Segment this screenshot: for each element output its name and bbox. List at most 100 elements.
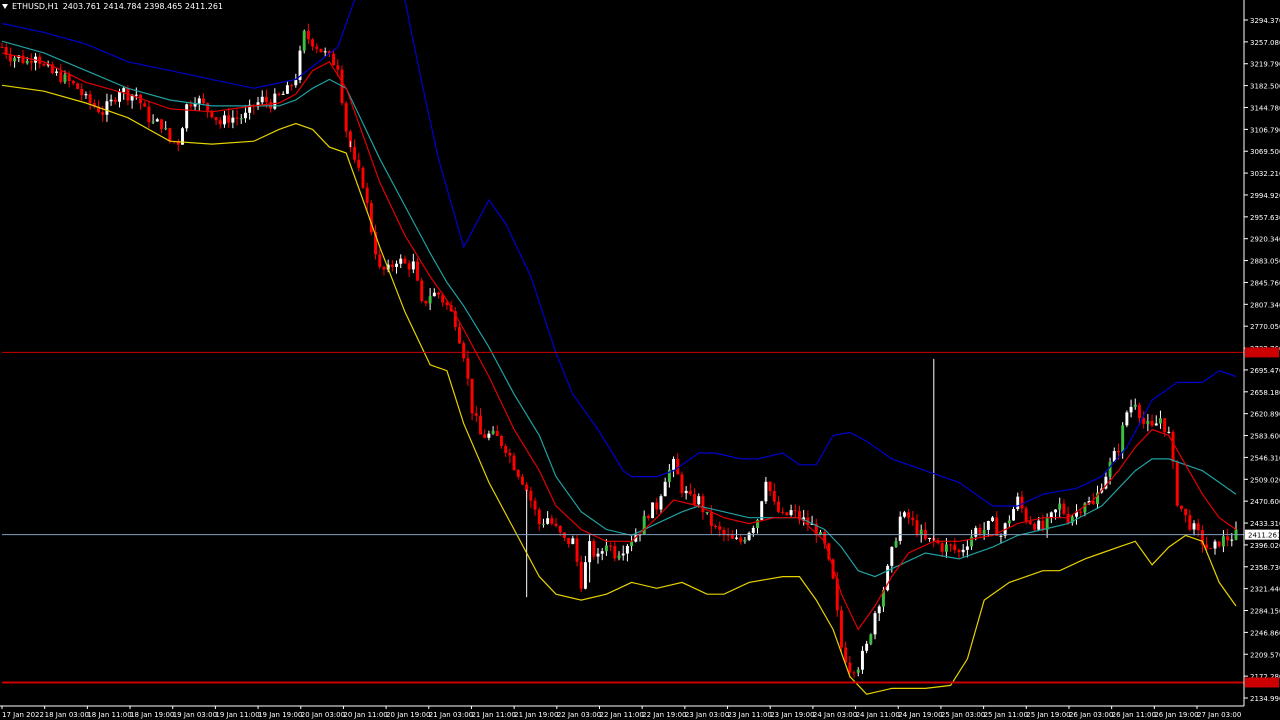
candle-body xyxy=(965,546,969,550)
candle-body xyxy=(1108,461,1112,477)
x-tick-label: 19 Jan 03:00 xyxy=(173,711,217,719)
candle-body xyxy=(470,378,474,414)
candle-body xyxy=(1016,496,1020,510)
candle-body xyxy=(520,476,524,485)
candle-body xyxy=(1163,418,1167,433)
candle-body xyxy=(390,264,394,267)
candle-body xyxy=(29,60,33,63)
candle-body xyxy=(113,99,117,102)
candle-body xyxy=(214,117,218,121)
candles-layer xyxy=(0,23,1238,679)
candle-body xyxy=(630,541,634,546)
candle-body xyxy=(1175,461,1179,506)
candle-body xyxy=(575,538,579,562)
candle-body xyxy=(483,434,487,438)
candle-body xyxy=(1129,406,1133,413)
x-tick-label: 24 Jan 19:00 xyxy=(898,711,942,719)
candle-body xyxy=(898,516,902,541)
candle-body xyxy=(302,31,306,51)
candle-body xyxy=(55,71,59,73)
candle-body xyxy=(260,96,264,103)
candle-body xyxy=(856,669,860,673)
candle-body xyxy=(1192,523,1196,530)
y-tick-label: 2620.890 xyxy=(1250,411,1280,419)
candle-body xyxy=(1188,515,1192,530)
price-chart[interactable]: 3294.370 3257.080 3219.790 3182.500 3144.780… xyxy=(0,0,1280,720)
candle-body xyxy=(1209,548,1213,550)
candle-body xyxy=(693,494,697,505)
x-tick-label: 26 Jan 19:00 xyxy=(1154,711,1198,719)
candle-body xyxy=(88,94,92,104)
candle-body xyxy=(991,517,995,521)
candle-body xyxy=(206,103,210,111)
candle-body xyxy=(411,261,415,270)
candle-body xyxy=(1058,503,1062,510)
candle-body xyxy=(785,512,789,516)
candle-body xyxy=(772,491,776,502)
candle-body xyxy=(974,527,978,537)
candle-body xyxy=(290,85,294,87)
candle-body xyxy=(235,117,239,119)
y-tick-label: 2845.760 xyxy=(1250,279,1280,287)
upper-band-line xyxy=(1,0,1237,507)
candle-body xyxy=(860,650,864,670)
candle-body xyxy=(751,527,755,533)
candle-body xyxy=(407,263,411,270)
lower-band-line xyxy=(1,84,1237,695)
candle-body xyxy=(512,455,516,471)
x-tick-label: 25 Jan 19:00 xyxy=(1026,711,1070,719)
y-tick-label: 2807.340 xyxy=(1250,301,1280,309)
candle-body xyxy=(1171,431,1175,462)
candle-body xyxy=(294,79,298,86)
candle-body xyxy=(986,520,990,530)
candle-body xyxy=(416,261,419,281)
candle-body xyxy=(281,93,285,95)
candle-body xyxy=(915,520,919,535)
candle-body xyxy=(105,101,109,115)
candle-body xyxy=(877,606,881,614)
candle-body xyxy=(873,613,877,635)
candle-body xyxy=(0,47,4,49)
candle-body xyxy=(319,48,323,53)
candle-body xyxy=(1167,431,1171,433)
candle-body xyxy=(1150,420,1154,426)
y-tick-label: 2583.600 xyxy=(1250,433,1280,441)
candle-body xyxy=(1154,423,1158,426)
candle-body xyxy=(1020,496,1024,509)
candle-body xyxy=(709,511,713,527)
candle-body xyxy=(869,634,873,644)
candle-body xyxy=(613,545,617,559)
candle-body xyxy=(583,562,587,589)
candle-body xyxy=(134,94,138,96)
candle-body xyxy=(890,546,894,566)
candle-body xyxy=(437,292,440,295)
candle-body xyxy=(1146,420,1150,424)
candle-body xyxy=(944,544,948,552)
candle-body xyxy=(848,662,852,673)
candle-body xyxy=(516,470,520,477)
candle-body xyxy=(285,85,289,94)
candle-body xyxy=(1213,541,1217,549)
x-tick-label: 24 Jan 03:00 xyxy=(813,711,857,719)
candle-body xyxy=(84,94,88,96)
ma-fast-line xyxy=(1,52,1237,631)
y-tick-label: 3032.210 xyxy=(1250,170,1280,178)
x-tick-label: 23 Jan 11:00 xyxy=(728,711,772,719)
y-tick-label: 2209.570 xyxy=(1250,651,1280,659)
candle-body xyxy=(953,544,957,551)
candle-body xyxy=(663,481,667,497)
candle-body xyxy=(1024,508,1028,522)
candle-body xyxy=(550,518,554,524)
x-tick-label: 23 Jan 19:00 xyxy=(770,711,814,719)
candle-body xyxy=(567,537,571,545)
x-tick-label: 22 Jan 11:00 xyxy=(600,711,644,719)
candle-body xyxy=(202,98,205,104)
y-tick-label: 2433.310 xyxy=(1250,520,1280,528)
candle-body xyxy=(487,433,491,438)
candle-body xyxy=(462,343,466,359)
candle-body xyxy=(865,643,869,651)
candle-body xyxy=(642,515,646,535)
support-label-box xyxy=(1245,677,1279,688)
y-tick-label: 3069.500 xyxy=(1250,148,1280,156)
x-tick-label: 21 Jan 11:00 xyxy=(471,711,515,719)
